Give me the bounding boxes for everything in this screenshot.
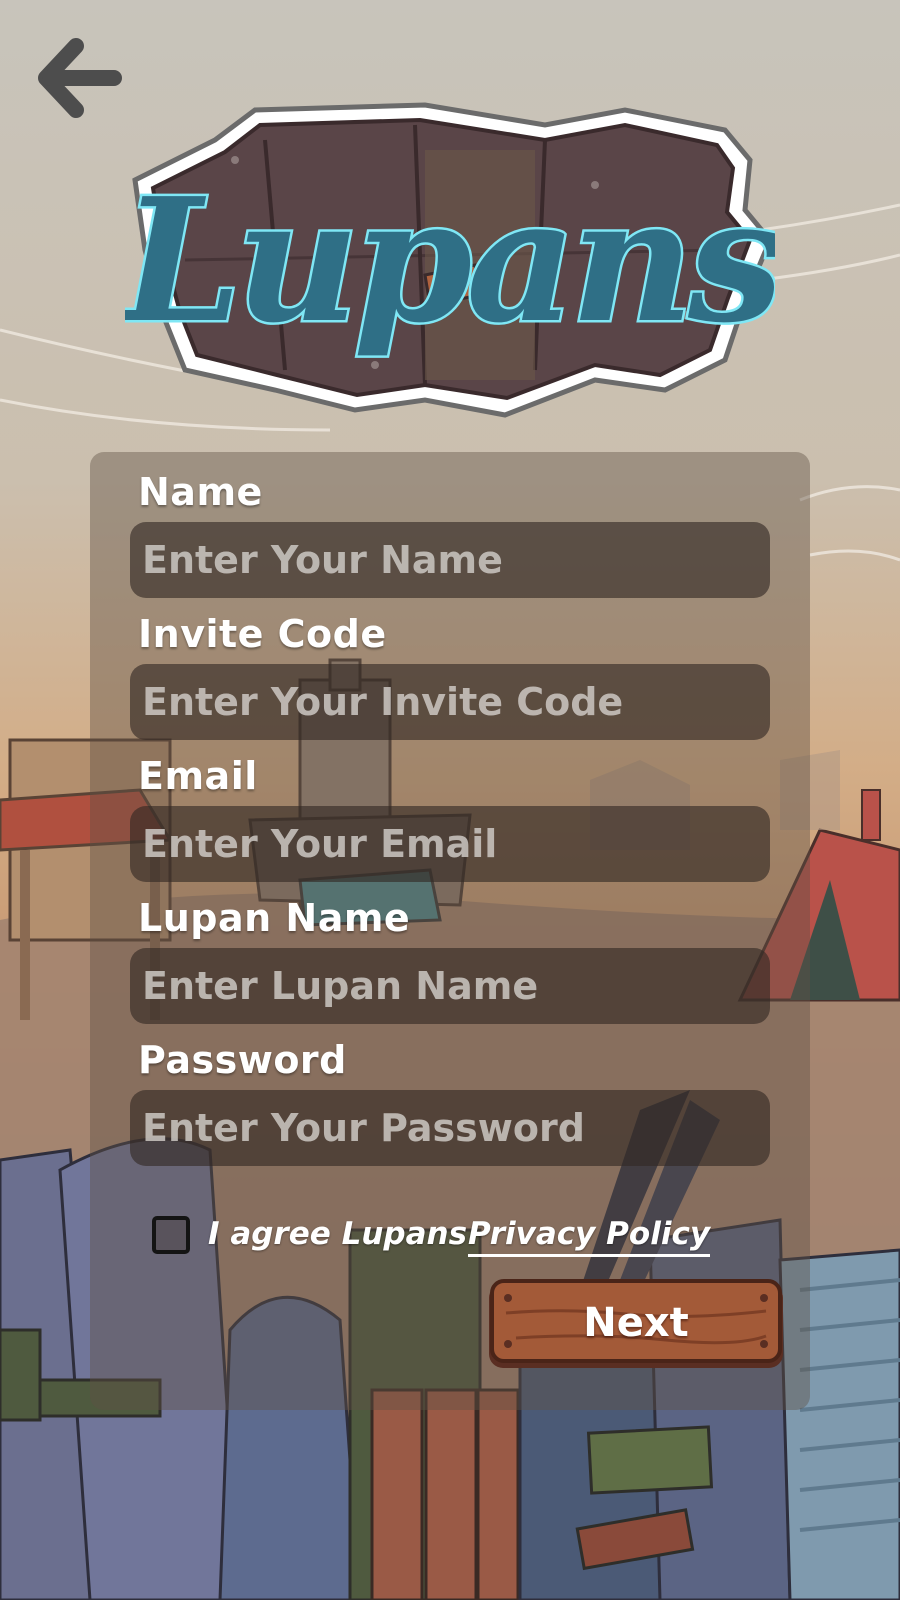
back-button[interactable] — [36, 36, 126, 126]
email-input[interactable] — [130, 806, 770, 882]
password-label: Password — [138, 1038, 347, 1082]
next-button[interactable]: Next — [486, 1278, 786, 1372]
name-input[interactable] — [130, 522, 770, 598]
invite-code-input[interactable] — [130, 664, 770, 740]
email-label: Email — [138, 754, 258, 798]
privacy-policy-link[interactable]: Privacy Policy — [468, 1216, 711, 1257]
logo-text: Lupans — [125, 161, 775, 361]
arrow-left-icon — [38, 38, 122, 118]
lupans-logo: Lupans — [116, 100, 790, 425]
lupan-name-input[interactable] — [130, 948, 770, 1024]
lupan-name-label: Lupan Name — [138, 896, 411, 940]
password-input[interactable] — [130, 1090, 770, 1166]
next-button-label: Next — [583, 1300, 689, 1346]
name-label: Name — [138, 470, 263, 514]
agree-checkbox[interactable] — [152, 1216, 190, 1254]
agree-text: I agree Lupans — [208, 1216, 468, 1252]
invite-code-label: Invite Code — [138, 612, 387, 656]
